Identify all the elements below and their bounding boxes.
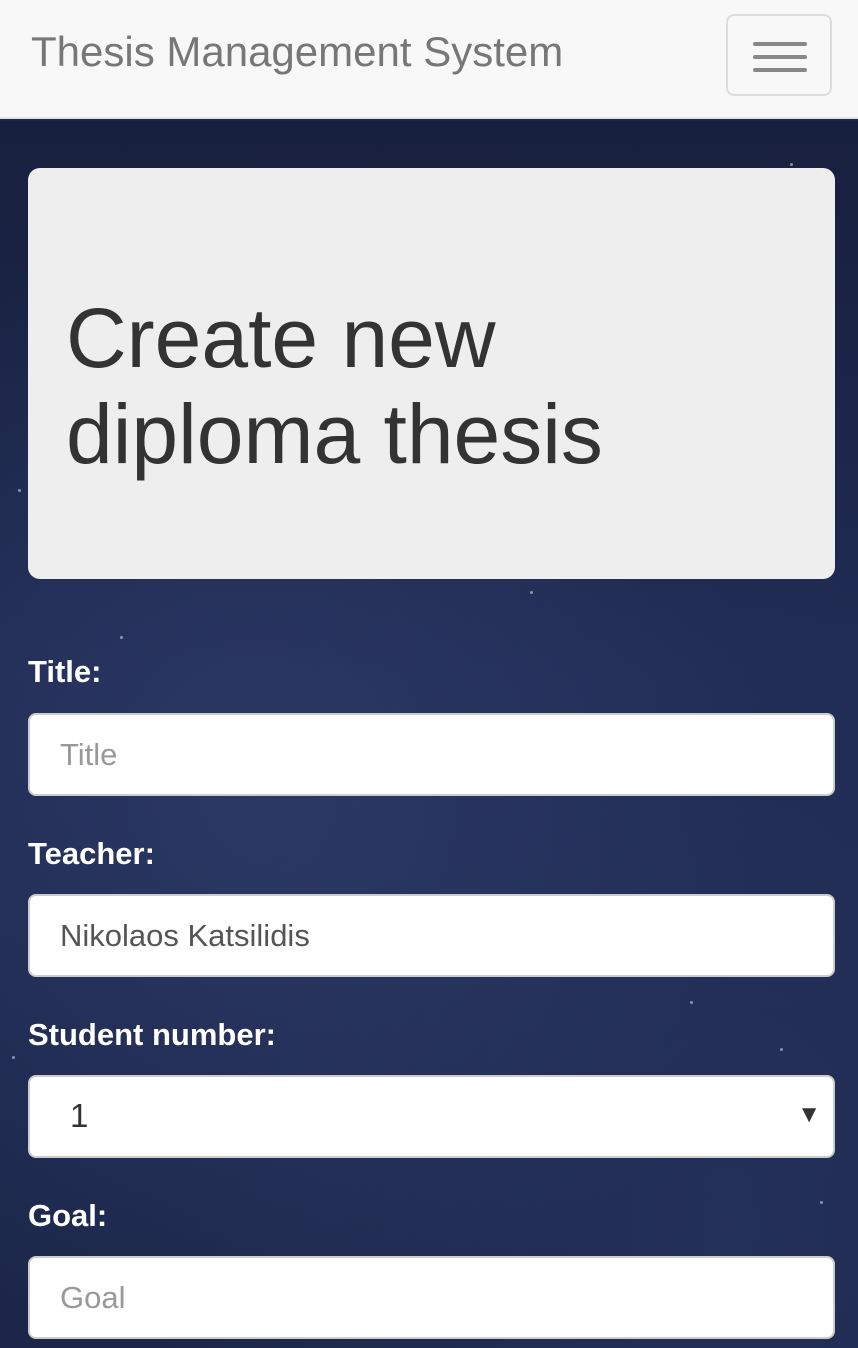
page-header-jumbotron: Create new diploma thesis [28,168,835,579]
title-input[interactable] [28,713,835,796]
title-label: Title: [28,654,102,689]
navbar-toggle-button[interactable] [726,14,832,96]
goal-label: Goal: [28,1198,108,1233]
teacher-input[interactable] [28,894,835,977]
page-title: Create new diploma thesis [66,291,603,481]
goal-input[interactable] [28,1256,835,1339]
student-number-selected-value: 1 [70,1097,89,1134]
student-number-select[interactable]: 1 ▼ [28,1075,835,1158]
teacher-label: Teacher: [28,836,155,871]
brand-title[interactable]: Thesis Management System [31,26,563,78]
navbar: Thesis Management System [0,0,858,119]
student-number-label: Student number: [28,1017,276,1052]
chevron-down-icon: ▼ [797,1101,821,1128]
main-content: Create new diploma thesis Title: Teacher… [0,121,858,1348]
